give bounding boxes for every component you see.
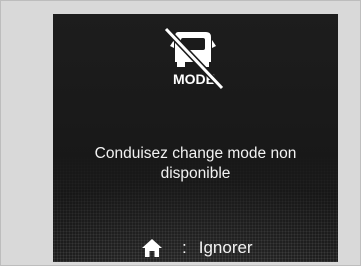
device-frame: MODE Conduisez change mode non disponibl… [0,0,361,266]
footer-separator: : [182,238,187,257]
status-message: Conduisez change mode non disponible [94,145,297,182]
ignore-action-label: Ignorer [198,238,253,257]
dismiss-hint[interactable]: : Ignorer [141,237,253,259]
mode-unavailable-icon: MODE [163,26,225,90]
home-icon [142,239,162,257]
display-screen: MODE Conduisez change mode non disponibl… [53,14,338,262]
